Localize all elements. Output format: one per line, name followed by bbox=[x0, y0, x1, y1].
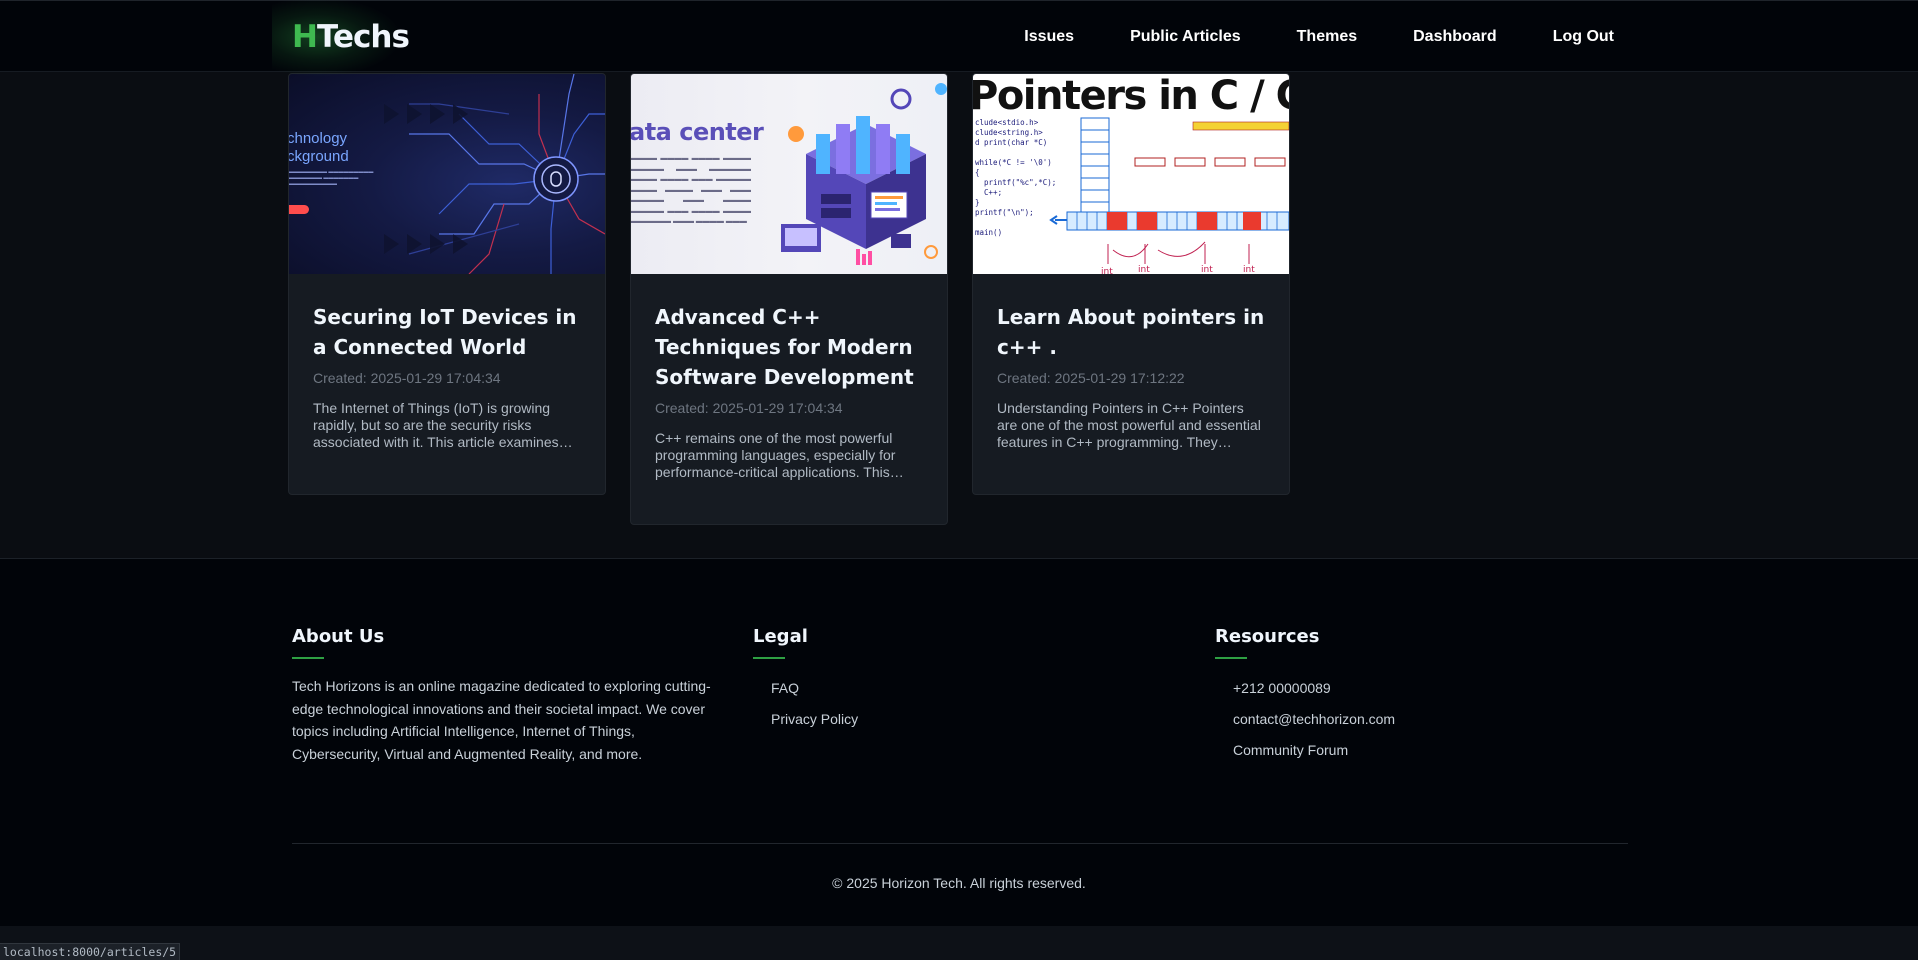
card-body: Securing IoT Devices in a Connected Worl… bbox=[289, 274, 605, 475]
site-logo[interactable]: H Techs bbox=[272, 0, 410, 77]
browser-status-url: localhost:8000/articles/5 bbox=[0, 943, 181, 960]
footer-link-email[interactable]: contact@techhorizon.com bbox=[1233, 711, 1395, 727]
svg-text:int: int bbox=[1101, 267, 1113, 274]
copyright-text: © 2025 Horizon Tech. All rights reserved… bbox=[832, 875, 1086, 891]
article-created-date: Created: 2025-01-29 17:12:22 bbox=[997, 370, 1185, 386]
list-item: Community Forum bbox=[1233, 735, 1395, 766]
footer-link-privacy-policy[interactable]: Privacy Policy bbox=[771, 711, 858, 727]
article-title: Advanced C++ Techniques for Modern Softw… bbox=[655, 305, 914, 389]
article-card-iot[interactable]: chnology ckground ▬▬▬▬▬▬▬▬ ▬▬▬▬▬▬▬▬▬ ▬▬▬… bbox=[288, 73, 606, 495]
page-bottom bbox=[0, 926, 1918, 960]
footer-resources-heading: Resources bbox=[1215, 626, 1320, 647]
footer-resources: Resources +212 00000089 contact@techhori… bbox=[1215, 626, 1395, 766]
footer-legal-links: FAQ Privacy Policy bbox=[753, 673, 858, 735]
article-excerpt: The Internet of Things (IoT) is growing … bbox=[313, 400, 573, 450]
svg-text:int: int bbox=[1243, 265, 1255, 274]
navbar: H Techs Issues Public Articles Themes Da… bbox=[0, 0, 1918, 77]
article-card-cpp-advanced[interactable]: ata center ▬▬▬▬ ▬▬▬▬ ▬▬▬▬ ▬▬▬▬ ▬▬▬▬▬ ▬▬▬… bbox=[630, 73, 948, 525]
article-image-data-center: ata center ▬▬▬▬ ▬▬▬▬ ▬▬▬▬ ▬▬▬▬ ▬▬▬▬▬ ▬▬▬… bbox=[631, 74, 947, 274]
article-image-pointers: Pointers in C / C++ clude<stdio.h> clude… bbox=[973, 74, 1289, 274]
list-item: +212 00000089 bbox=[1233, 673, 1395, 704]
image-filler-text: ▬▬▬▬▬▬▬▬ ▬▬▬▬▬▬▬▬▬ ▬▬▬▬▬▬▬ ▬▬▬▬▬▬▬ ▬▬▬▬▬… bbox=[289, 169, 374, 187]
footer-link-phone[interactable]: +212 00000089 bbox=[1233, 680, 1331, 696]
list-item: contact@techhorizon.com bbox=[1233, 704, 1395, 735]
nav-log-out[interactable]: Log Out bbox=[1553, 28, 1614, 46]
footer-link-community-forum[interactable]: Community Forum bbox=[1233, 742, 1348, 758]
article-created-date: Created: 2025-01-29 17:04:34 bbox=[655, 400, 843, 416]
heading-accent-bar bbox=[753, 657, 785, 659]
heading-accent-bar bbox=[1215, 657, 1247, 659]
footer-about-text: Tech Horizons is an online magazine dedi… bbox=[292, 678, 711, 762]
footer-legal: Legal FAQ Privacy Policy bbox=[753, 626, 858, 735]
article-title: Securing IoT Devices in a Connected Worl… bbox=[313, 305, 577, 359]
card-body: Advanced C++ Techniques for Modern Softw… bbox=[631, 274, 947, 505]
site-footer: About Us Tech Horizons is an online maga… bbox=[0, 559, 1918, 926]
svg-text:int: int bbox=[1201, 265, 1213, 274]
footer-about: About Us Tech Horizons is an online maga… bbox=[292, 626, 712, 765]
article-title: Learn About pointers in c++ . bbox=[997, 305, 1265, 359]
logo-mark: H bbox=[292, 19, 318, 55]
article-excerpt: C++ remains one of the most powerful pro… bbox=[655, 430, 904, 480]
image-text: chnology ckground bbox=[289, 130, 349, 165]
footer-resources-links: +212 00000089 contact@techhorizon.com Co… bbox=[1215, 673, 1395, 766]
nav-dashboard[interactable]: Dashboard bbox=[1413, 28, 1497, 46]
article-image-tech-background: chnology ckground ▬▬▬▬▬▬▬▬ ▬▬▬▬▬▬▬▬▬ ▬▬▬… bbox=[289, 74, 605, 274]
card-body: Learn About pointers in c++ . Created: 2… bbox=[973, 274, 1289, 475]
article-excerpt: Understanding Pointers in C++ Pointers a… bbox=[997, 400, 1261, 450]
memory-diagram: int int int int bbox=[1049, 117, 1289, 274]
image-text: ata center bbox=[631, 118, 764, 146]
nav-issues[interactable]: Issues bbox=[1024, 28, 1074, 46]
image-button-graphic bbox=[289, 205, 309, 214]
article-card-cpp-pointers[interactable]: Pointers in C / C++ clude<stdio.h> clude… bbox=[972, 73, 1290, 495]
list-item: Privacy Policy bbox=[771, 704, 858, 735]
logo-text: Techs bbox=[316, 19, 410, 55]
list-item: FAQ bbox=[771, 673, 858, 704]
footer-divider bbox=[292, 843, 1628, 844]
main-nav: Issues Public Articles Themes Dashboard … bbox=[968, 1, 1614, 73]
image-filler-text: ▬▬▬▬ ▬▬▬▬ ▬▬▬▬ ▬▬▬▬ ▬▬▬▬▬ ▬▬▬ ▬▬▬▬▬▬ ▬▬▬… bbox=[631, 155, 751, 225]
article-created-date: Created: 2025-01-29 17:04:34 bbox=[313, 370, 501, 386]
nav-public-articles[interactable]: Public Articles bbox=[1130, 28, 1241, 46]
svg-text:int: int bbox=[1138, 265, 1150, 274]
nav-themes[interactable]: Themes bbox=[1297, 28, 1357, 46]
footer-legal-heading: Legal bbox=[753, 626, 808, 647]
footer-link-faq[interactable]: FAQ bbox=[771, 680, 799, 696]
heading-accent-bar bbox=[292, 657, 324, 659]
footer-about-heading: About Us bbox=[292, 626, 385, 647]
